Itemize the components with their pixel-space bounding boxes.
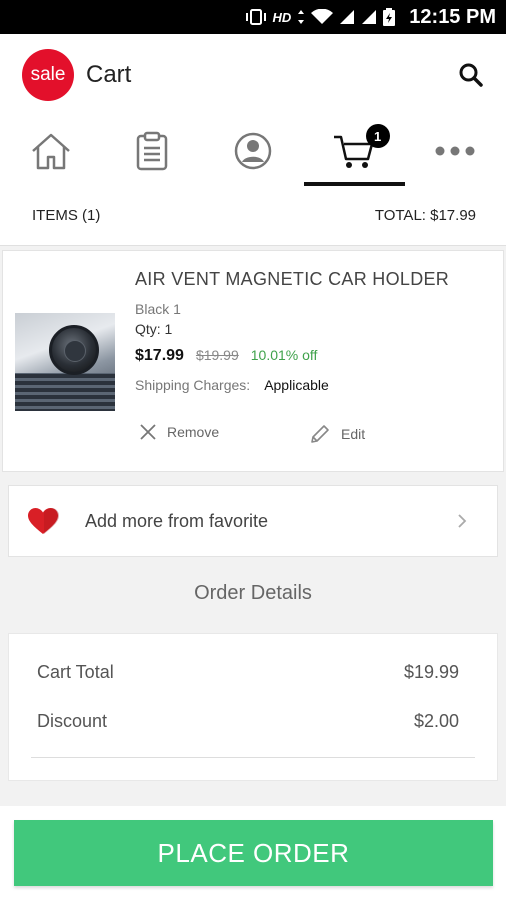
favorite-label: Add more from favorite [85, 510, 269, 531]
close-icon [140, 424, 156, 440]
order-row-label: Cart Total [37, 662, 114, 682]
tab-more[interactable] [405, 116, 506, 186]
sale-logo[interactable]: sale [22, 49, 74, 101]
status-bar: HD 12:15 PM [0, 0, 506, 34]
search-icon [459, 63, 483, 87]
tab-orders[interactable] [101, 116, 202, 186]
chevron-right-icon [458, 514, 467, 528]
signal-icon-2 [362, 10, 377, 24]
more-icon [435, 146, 475, 156]
add-from-favorite-row[interactable]: Add more from favorite [8, 485, 498, 557]
order-row-value: $2.00 [413, 711, 459, 731]
edit-label: Edit [341, 426, 366, 442]
network-type-label: HD [272, 9, 292, 25]
bottom-bar: PLACE ORDER [0, 806, 506, 900]
order-row-discount: Discount $2.00 [37, 711, 459, 732]
product-image-vent [15, 373, 115, 411]
place-order-button[interactable]: PLACE ORDER [14, 820, 493, 886]
heart-icon [28, 508, 59, 534]
edit-button[interactable]: Edit [309, 423, 365, 445]
order-row-label: Discount [37, 711, 108, 731]
clock: 12:15 PM [409, 5, 496, 28]
price-row: $17.99 $19.99 10.01% off [135, 347, 317, 365]
vibrate-icon [245, 9, 266, 25]
order-details-card: Cart Total $19.99 Discount $2.00 [8, 633, 498, 781]
order-row-value: $19.99 [403, 662, 459, 682]
shipping-label: Shipping Charges: [135, 377, 251, 393]
data-arrows-icon [298, 10, 305, 24]
divider [31, 757, 475, 758]
order-row-cart-total: Cart Total $19.99 [37, 662, 459, 683]
remove-label: Remove [167, 424, 220, 440]
shipping-row: Shipping Charges: Applicable [135, 377, 329, 393]
product-image[interactable] [15, 313, 115, 411]
order-details-title: Order Details [194, 582, 312, 604]
original-price: $19.99 [195, 347, 239, 363]
tab-home[interactable] [0, 116, 101, 186]
cart-count-badge: 1 [365, 124, 390, 148]
wifi-icon [311, 9, 334, 24]
top-app-bar: sale Cart [0, 34, 506, 116]
profile-icon [234, 132, 272, 170]
cart-item-card: AIR VENT MAGNETIC CAR HOLDER Black 1 Qty… [2, 250, 504, 472]
items-count: ITEMS (1) [32, 207, 101, 224]
sale-price: $17.99 [135, 347, 184, 364]
search-button[interactable] [456, 60, 486, 90]
battery-icon [383, 8, 396, 26]
product-name[interactable]: AIR VENT MAGNETIC CAR HOLDER [135, 269, 449, 290]
clipboard-icon [136, 131, 168, 171]
signal-icon [340, 10, 355, 24]
product-quantity: Qty: 1 [135, 321, 173, 337]
pencil-icon [311, 425, 329, 443]
remove-button[interactable]: Remove [139, 423, 219, 441]
home-icon [31, 133, 70, 170]
tab-cart[interactable]: 1 [303, 116, 406, 186]
product-variant: Black 1 [135, 301, 181, 317]
nav-tabs: 1 [0, 116, 506, 186]
cart-summary: ITEMS (1) TOTAL: $17.99 [0, 186, 506, 246]
status-icons: HD [245, 8, 396, 26]
product-image-mount [49, 325, 99, 375]
tab-profile[interactable] [202, 116, 303, 186]
shipping-value: Applicable [264, 377, 329, 393]
cart-total: TOTAL: $17.99 [374, 207, 476, 224]
discount-percent: 10.01% off [250, 347, 318, 363]
page-title: Cart [86, 61, 132, 88]
